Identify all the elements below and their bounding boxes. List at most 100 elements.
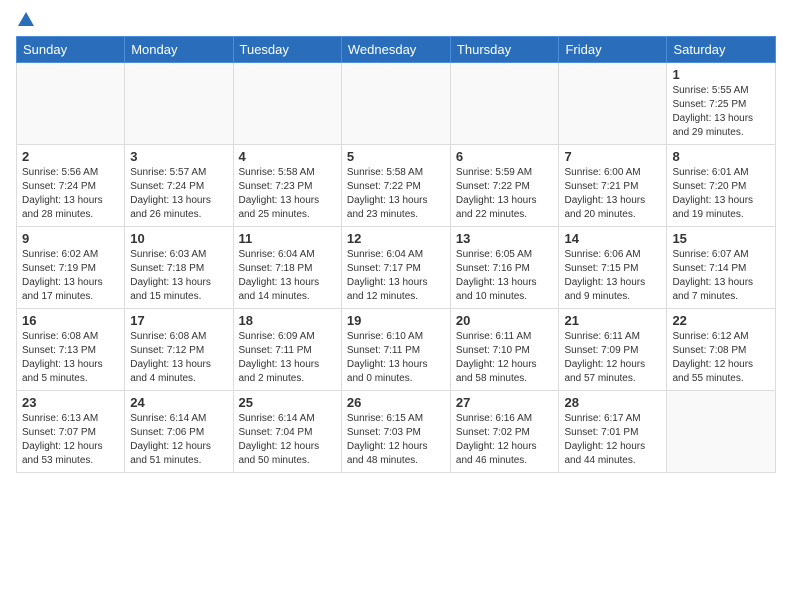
calendar-day-cell: 24 Sunrise: 6:14 AM Sunset: 7:06 PM Dayli… <box>125 391 233 473</box>
day-number: 17 <box>130 313 227 328</box>
calendar-week-row: 2 Sunrise: 5:56 AM Sunset: 7:24 PM Daylig… <box>17 145 776 227</box>
calendar-day-cell: 8 Sunrise: 6:01 AM Sunset: 7:20 PM Daylig… <box>667 145 776 227</box>
day-info: Sunrise: 6:11 AM Sunset: 7:10 PM Dayligh… <box>456 330 554 386</box>
calendar-day-cell <box>233 63 341 145</box>
day-info: Sunrise: 6:14 AM Sunset: 7:06 PM Dayligh… <box>130 412 227 468</box>
calendar-day-cell: 1 Sunrise: 5:55 AM Sunset: 7:25 PM Daylig… <box>667 63 776 145</box>
calendar-day-cell: 10 Sunrise: 6:03 AM Sunset: 7:18 PM Dayli… <box>125 227 233 309</box>
day-info: Sunrise: 6:01 AM Sunset: 7:20 PM Dayligh… <box>672 166 770 222</box>
day-number: 25 <box>239 395 336 410</box>
day-number: 11 <box>239 231 336 246</box>
calendar-header-cell: Tuesday <box>233 37 341 63</box>
day-number: 23 <box>22 395 119 410</box>
calendar-week-row: 1 Sunrise: 5:55 AM Sunset: 7:25 PM Daylig… <box>17 63 776 145</box>
day-info: Sunrise: 5:56 AM Sunset: 7:24 PM Dayligh… <box>22 166 119 222</box>
logo-triangle-icon <box>18 12 34 26</box>
calendar-day-cell <box>667 391 776 473</box>
day-number: 4 <box>239 149 336 164</box>
day-info: Sunrise: 5:58 AM Sunset: 7:23 PM Dayligh… <box>239 166 336 222</box>
calendar-header-cell: Friday <box>559 37 667 63</box>
day-info: Sunrise: 6:15 AM Sunset: 7:03 PM Dayligh… <box>347 412 445 468</box>
day-info: Sunrise: 5:57 AM Sunset: 7:24 PM Dayligh… <box>130 166 227 222</box>
day-number: 19 <box>347 313 445 328</box>
day-number: 9 <box>22 231 119 246</box>
calendar-day-cell: 26Sunrise: 6:15 AM Sunset: 7:03 PM Dayli… <box>341 391 450 473</box>
calendar-day-cell <box>450 63 559 145</box>
page: SundayMondayTuesdayWednesdayThursdayFrid… <box>0 0 792 481</box>
day-info: Sunrise: 6:06 AM Sunset: 7:15 PM Dayligh… <box>564 248 661 304</box>
day-info: Sunrise: 6:07 AM Sunset: 7:14 PM Dayligh… <box>672 248 770 304</box>
calendar-header-cell: Monday <box>125 37 233 63</box>
day-number: 28 <box>564 395 661 410</box>
day-info: Sunrise: 6:05 AM Sunset: 7:16 PM Dayligh… <box>456 248 554 304</box>
calendar-body: 1 Sunrise: 5:55 AM Sunset: 7:25 PM Daylig… <box>17 63 776 473</box>
day-number: 16 <box>22 313 119 328</box>
day-number: 13 <box>456 231 554 246</box>
calendar-day-cell: 3 Sunrise: 5:57 AM Sunset: 7:24 PM Daylig… <box>125 145 233 227</box>
day-info: Sunrise: 6:10 AM Sunset: 7:11 PM Dayligh… <box>347 330 445 386</box>
calendar-day-cell: 20 Sunrise: 6:11 AM Sunset: 7:10 PM Dayli… <box>450 309 559 391</box>
day-number: 21 <box>564 313 661 328</box>
day-info: Sunrise: 5:58 AM Sunset: 7:22 PM Dayligh… <box>347 166 445 222</box>
calendar-day-cell: 15 Sunrise: 6:07 AM Sunset: 7:14 PM Dayli… <box>667 227 776 309</box>
calendar-day-cell: 12 Sunrise: 6:04 AM Sunset: 7:17 PM Dayli… <box>341 227 450 309</box>
calendar-day-cell: 21 Sunrise: 6:11 AM Sunset: 7:09 PM Dayli… <box>559 309 667 391</box>
day-number: 2 <box>22 149 119 164</box>
calendar-day-cell: 7 Sunrise: 6:00 AM Sunset: 7:21 PM Daylig… <box>559 145 667 227</box>
calendar-table: SundayMondayTuesdayWednesdayThursdayFrid… <box>16 36 776 473</box>
day-info: Sunrise: 6:02 AM Sunset: 7:19 PM Dayligh… <box>22 248 119 304</box>
logo <box>16 12 34 26</box>
day-info: Sunrise: 5:59 AM Sunset: 7:22 PM Dayligh… <box>456 166 554 222</box>
day-info: Sunrise: 6:14 AM Sunset: 7:04 PM Dayligh… <box>239 412 336 468</box>
day-info: Sunrise: 6:16 AM Sunset: 7:02 PM Dayligh… <box>456 412 554 468</box>
calendar-day-cell: 17 Sunrise: 6:08 AM Sunset: 7:12 PM Dayli… <box>125 309 233 391</box>
calendar-day-cell: 16 Sunrise: 6:08 AM Sunset: 7:13 PM Dayli… <box>17 309 125 391</box>
header <box>16 12 776 26</box>
day-info: Sunrise: 5:55 AM Sunset: 7:25 PM Dayligh… <box>672 84 770 140</box>
day-number: 22 <box>672 313 770 328</box>
day-number: 15 <box>672 231 770 246</box>
day-number: 6 <box>456 149 554 164</box>
day-number: 27 <box>456 395 554 410</box>
day-info: Sunrise: 6:09 AM Sunset: 7:11 PM Dayligh… <box>239 330 336 386</box>
day-number: 14 <box>564 231 661 246</box>
day-info: Sunrise: 6:03 AM Sunset: 7:18 PM Dayligh… <box>130 248 227 304</box>
calendar-day-cell: 9 Sunrise: 6:02 AM Sunset: 7:19 PM Daylig… <box>17 227 125 309</box>
day-number: 10 <box>130 231 227 246</box>
calendar-day-cell: 6 Sunrise: 5:59 AM Sunset: 7:22 PM Daylig… <box>450 145 559 227</box>
calendar-day-cell: 18Sunrise: 6:09 AM Sunset: 7:11 PM Dayli… <box>233 309 341 391</box>
day-info: Sunrise: 6:00 AM Sunset: 7:21 PM Dayligh… <box>564 166 661 222</box>
calendar-day-cell: 4 Sunrise: 5:58 AM Sunset: 7:23 PM Daylig… <box>233 145 341 227</box>
day-number: 7 <box>564 149 661 164</box>
calendar-day-cell: 28 Sunrise: 6:17 AM Sunset: 7:01 PM Dayli… <box>559 391 667 473</box>
day-number: 24 <box>130 395 227 410</box>
calendar-day-cell <box>559 63 667 145</box>
day-info: Sunrise: 6:13 AM Sunset: 7:07 PM Dayligh… <box>22 412 119 468</box>
calendar-header-cell: Wednesday <box>341 37 450 63</box>
day-info: Sunrise: 6:08 AM Sunset: 7:13 PM Dayligh… <box>22 330 119 386</box>
calendar-day-cell: 13 Sunrise: 6:05 AM Sunset: 7:16 PM Dayli… <box>450 227 559 309</box>
calendar-week-row: 16 Sunrise: 6:08 AM Sunset: 7:13 PM Dayli… <box>17 309 776 391</box>
calendar-day-cell: 27 Sunrise: 6:16 AM Sunset: 7:02 PM Dayli… <box>450 391 559 473</box>
day-info: Sunrise: 6:04 AM Sunset: 7:17 PM Dayligh… <box>347 248 445 304</box>
day-number: 8 <box>672 149 770 164</box>
calendar-header-cell: Sunday <box>17 37 125 63</box>
day-info: Sunrise: 6:11 AM Sunset: 7:09 PM Dayligh… <box>564 330 661 386</box>
calendar-day-cell: 25 Sunrise: 6:14 AM Sunset: 7:04 PM Dayli… <box>233 391 341 473</box>
calendar-header-cell: Thursday <box>450 37 559 63</box>
day-info: Sunrise: 6:08 AM Sunset: 7:12 PM Dayligh… <box>130 330 227 386</box>
day-number: 3 <box>130 149 227 164</box>
calendar-day-cell: 23 Sunrise: 6:13 AM Sunset: 7:07 PM Dayli… <box>17 391 125 473</box>
day-info: Sunrise: 6:12 AM Sunset: 7:08 PM Dayligh… <box>672 330 770 386</box>
day-number: 1 <box>672 67 770 82</box>
calendar-day-cell: 14 Sunrise: 6:06 AM Sunset: 7:15 PM Dayli… <box>559 227 667 309</box>
calendar-day-cell <box>125 63 233 145</box>
day-number: 12 <box>347 231 445 246</box>
day-info: Sunrise: 6:04 AM Sunset: 7:18 PM Dayligh… <box>239 248 336 304</box>
calendar-day-cell: 2 Sunrise: 5:56 AM Sunset: 7:24 PM Daylig… <box>17 145 125 227</box>
calendar-day-cell <box>17 63 125 145</box>
calendar-week-row: 9 Sunrise: 6:02 AM Sunset: 7:19 PM Daylig… <box>17 227 776 309</box>
calendar-day-cell: 11 Sunrise: 6:04 AM Sunset: 7:18 PM Dayli… <box>233 227 341 309</box>
day-info: Sunrise: 6:17 AM Sunset: 7:01 PM Dayligh… <box>564 412 661 468</box>
day-number: 20 <box>456 313 554 328</box>
